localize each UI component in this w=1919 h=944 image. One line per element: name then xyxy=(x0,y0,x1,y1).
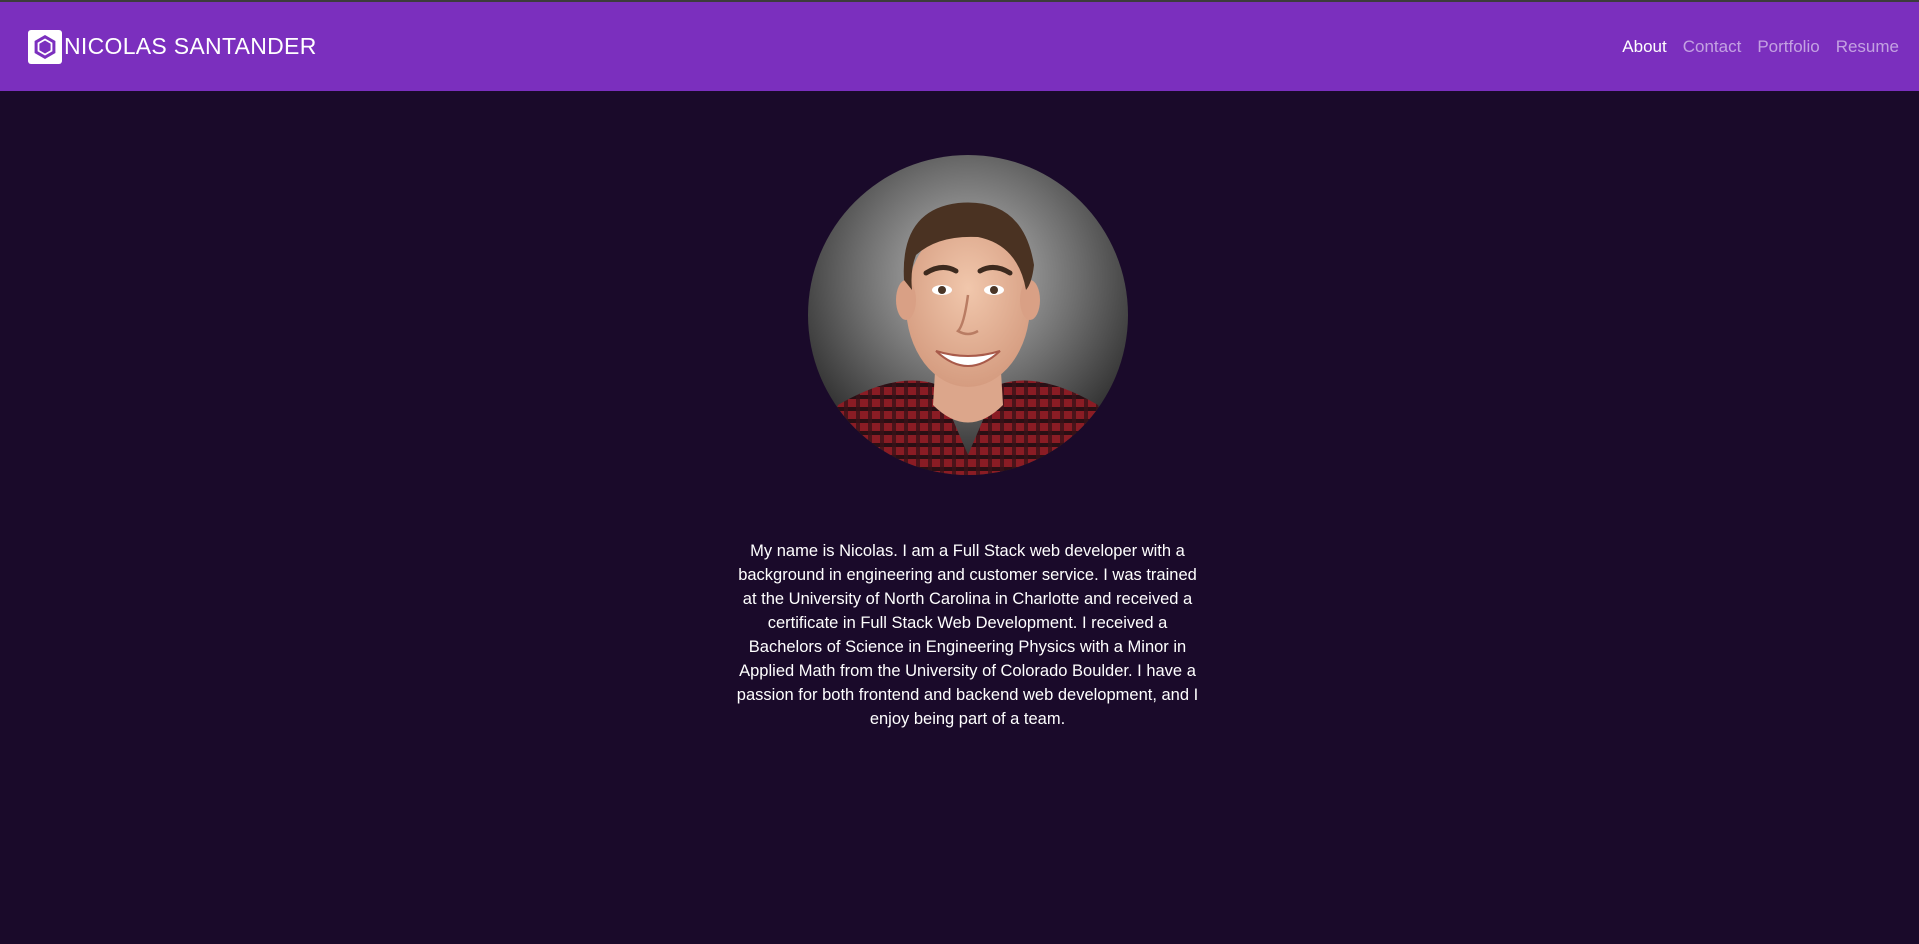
nav-link-portfolio[interactable]: Portfolio xyxy=(1757,37,1819,57)
hexagon-logo-icon xyxy=(28,29,62,64)
about-bio: My name is Nicolas. I am a Full Stack we… xyxy=(736,541,1199,728)
brand-link[interactable]: NICOLAS SANTANDER xyxy=(28,29,317,64)
brand-name: NICOLAS SANTANDER xyxy=(64,33,317,59)
navbar: NICOLAS SANTANDER About Contact Portfoli… xyxy=(0,2,1919,91)
nav-link-resume[interactable]: Resume xyxy=(1836,37,1899,57)
nav-link-contact[interactable]: Contact xyxy=(1683,37,1742,57)
profile-photo xyxy=(808,155,1128,475)
profile-photo-illustration xyxy=(808,155,1128,475)
nav-menu: About Contact Portfolio Resume xyxy=(1622,37,1899,57)
nav-link-about[interactable]: About xyxy=(1622,37,1666,57)
page: NICOLAS SANTANDER About Contact Portfoli… xyxy=(0,0,1919,944)
